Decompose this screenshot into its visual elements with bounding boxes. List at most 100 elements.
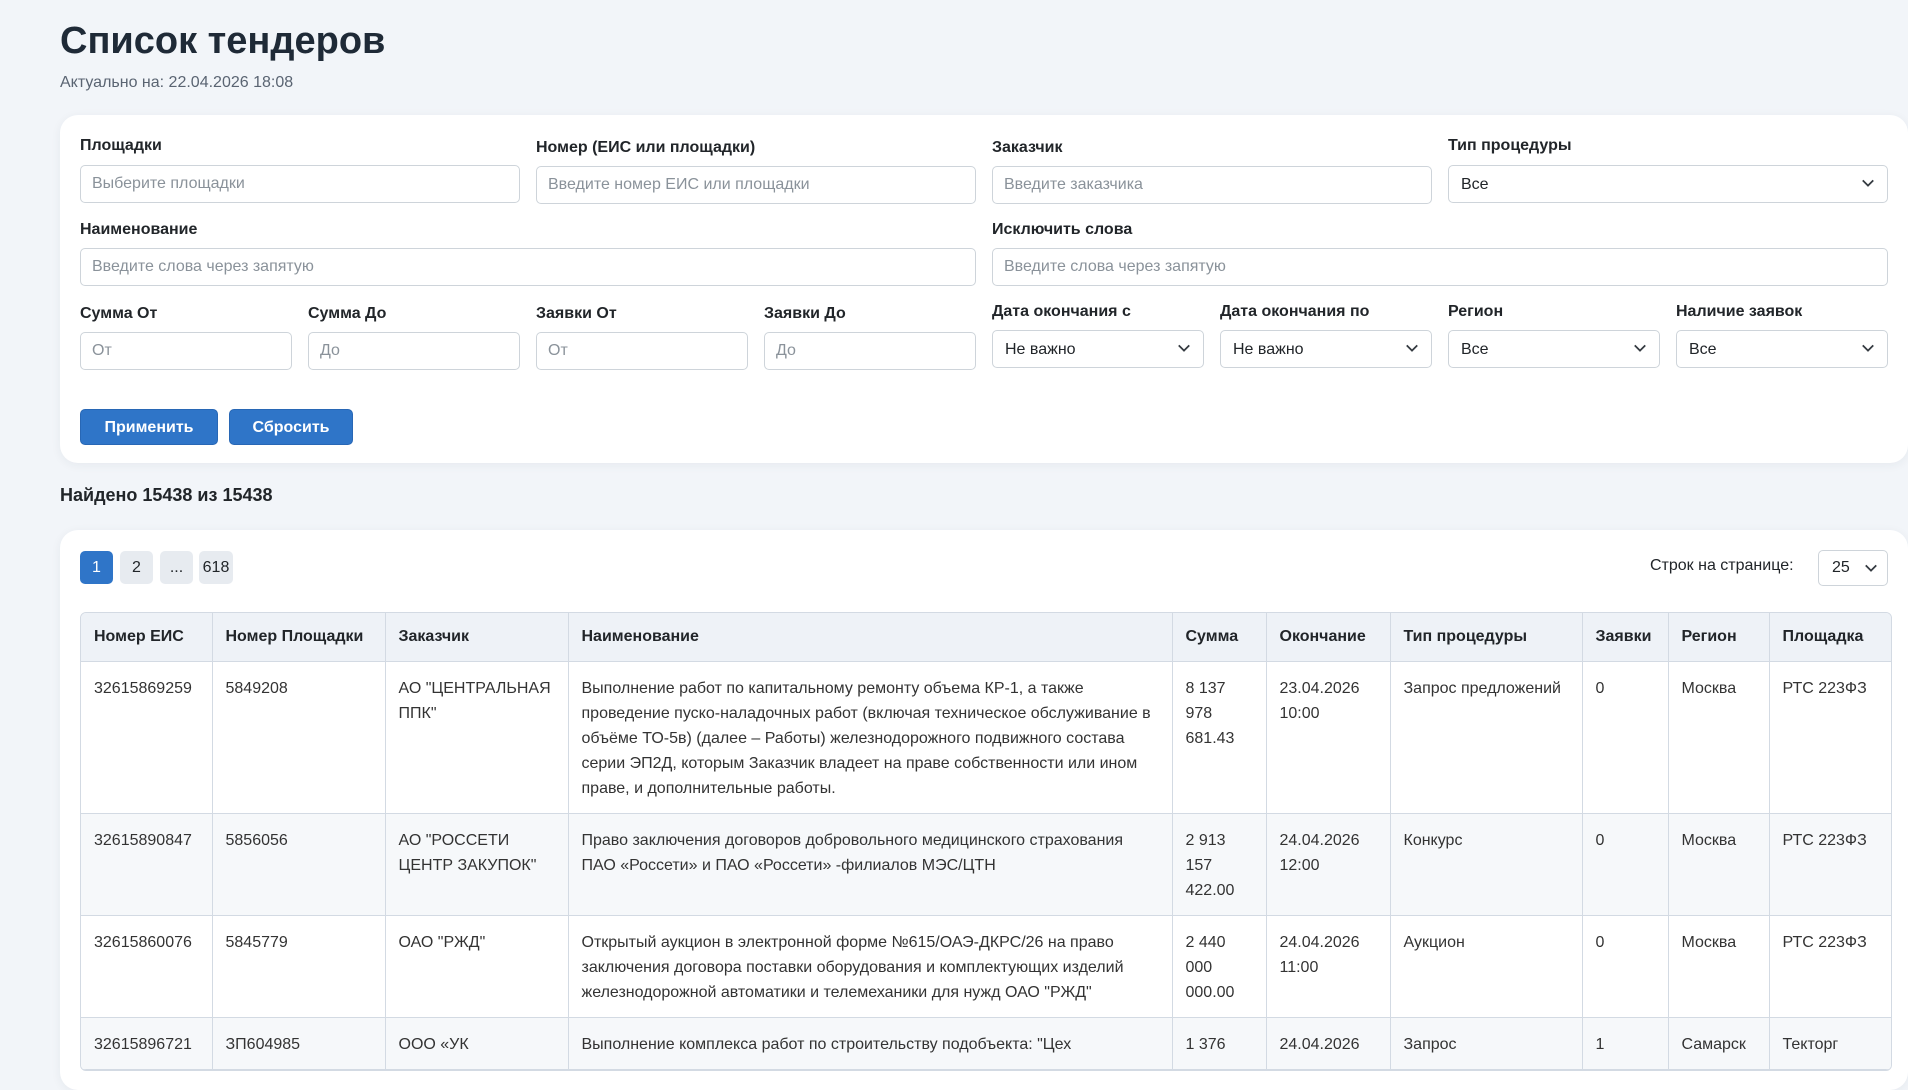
region-label: Регион — [1448, 303, 1504, 320]
cell-applications: 0 — [1582, 661, 1669, 814]
last-updated: Актуально на: 22.04.2026 18:08 — [60, 74, 294, 91]
cell-eis-number: 32615860076 — [81, 915, 213, 1018]
column-header[interactable]: Заказчик — [385, 613, 569, 662]
end-from-select[interactable]: Не важно — [992, 330, 1204, 368]
chevron-down-icon — [1862, 179, 1874, 187]
column-header[interactable]: Тип процедуры — [1390, 613, 1583, 662]
cell-procedure-type: Запрос предложений — [1390, 661, 1583, 814]
column-header[interactable]: Регион — [1668, 613, 1770, 662]
cell-sum: 1 376 — [1172, 1017, 1267, 1070]
cell-sum: 2 440 000 000.00 — [1172, 915, 1267, 1018]
cell-name: Выполнение комплекса работ по строительс… — [568, 1017, 1173, 1070]
cell-platform-number: 5849208 — [212, 661, 386, 814]
name-input[interactable] — [80, 248, 976, 286]
cell-customer: ООО «УК — [385, 1017, 569, 1070]
chevron-down-icon — [1865, 564, 1877, 572]
cell-end-date: 24.04.2026 — [1266, 1017, 1391, 1070]
cell-procedure-type: Аукцион — [1390, 915, 1583, 1018]
end-to-select[interactable]: Не важно — [1220, 330, 1432, 368]
procedure-type-label: Тип процедуры — [1448, 137, 1572, 154]
platforms-label: Площадки — [80, 137, 162, 154]
results-count: Найдено 15438 из 15438 — [60, 485, 273, 505]
page-button-last[interactable]: 618 — [199, 551, 233, 584]
platforms-input[interactable] — [80, 165, 520, 203]
cell-eis-number: 32615896721 — [81, 1017, 213, 1070]
cell-platform-number: ЗП604985 — [212, 1017, 386, 1070]
end-to-label: Дата окончания по — [1220, 303, 1370, 320]
end-to-value: Не важно — [1233, 341, 1304, 358]
table-row[interactable]: 32615869259 5849208 АО "ЦЕНТРАЛЬНАЯ ППК"… — [81, 661, 1891, 814]
chevron-down-icon — [1178, 344, 1190, 352]
sum-to-input[interactable] — [308, 332, 520, 370]
end-from-label: Дата окончания с — [992, 303, 1131, 320]
cell-applications: 0 — [1582, 813, 1669, 916]
cell-customer: АО "ЦЕНТРАЛЬНАЯ ППК" — [385, 661, 569, 814]
has-apps-select[interactable]: Все — [1676, 330, 1888, 368]
cell-platform: Текторг — [1769, 1017, 1891, 1070]
rows-per-page-label: Строк на странице: — [1650, 557, 1794, 574]
table-header-row: Номер ЕИС Номер Площадки Заказчик Наимен… — [81, 613, 1891, 662]
column-header[interactable]: Наименование — [568, 613, 1173, 662]
table-row[interactable]: 32615896721 ЗП604985 ООО «УК Выполнение … — [81, 1017, 1891, 1070]
cell-end-date: 24.04.2026 11:00 — [1266, 915, 1391, 1018]
procedure-type-select[interactable]: Все — [1448, 165, 1888, 203]
number-input[interactable] — [536, 166, 976, 204]
column-header[interactable]: Окончание — [1266, 613, 1391, 662]
apps-to-label: Заявки До — [764, 305, 846, 322]
cell-procedure-type: Конкурс — [1390, 813, 1583, 916]
has-apps-value: Все — [1689, 341, 1717, 358]
page-button-2[interactable]: 2 — [120, 551, 153, 584]
cell-customer: АО "РОССЕТИ ЦЕНТР ЗАКУПОК" — [385, 813, 569, 916]
rows-per-page-value: 25 — [1832, 559, 1850, 576]
filters-panel: Площадки Номер (ЕИС или площадки) Заказч… — [60, 115, 1908, 463]
exclude-label: Исключить слова — [992, 221, 1133, 238]
page-button-1[interactable]: 1 — [80, 551, 113, 584]
cell-end-date: 23.04.2026 10:00 — [1266, 661, 1391, 814]
apps-to-input[interactable] — [764, 332, 976, 370]
cell-region: Москва — [1668, 915, 1770, 1018]
cell-applications: 0 — [1582, 915, 1669, 1018]
reset-button[interactable]: Сбросить — [229, 409, 353, 445]
cell-eis-number: 32615890847 — [81, 813, 213, 916]
rows-per-page-select[interactable]: 25 — [1818, 550, 1888, 586]
sum-from-input[interactable] — [80, 332, 292, 370]
cell-customer: ОАО "РЖД" — [385, 915, 569, 1018]
customer-label: Заказчик — [992, 139, 1063, 156]
apps-from-input[interactable] — [536, 332, 748, 370]
cell-name: Выполнение работ по капитальному ремонту… — [568, 661, 1173, 814]
page-ellipsis: ... — [160, 551, 193, 584]
column-header[interactable]: Номер Площадки — [212, 613, 386, 662]
cell-eis-number: 32615869259 — [81, 661, 213, 814]
column-header[interactable]: Площадка — [1769, 613, 1891, 662]
end-from-value: Не важно — [1005, 341, 1076, 358]
tenders-table: Номер ЕИС Номер Площадки Заказчик Наимен… — [80, 612, 1892, 1071]
chevron-down-icon — [1634, 344, 1646, 352]
cell-applications: 1 — [1582, 1017, 1669, 1070]
exclude-input[interactable] — [992, 248, 1888, 286]
chevron-down-icon — [1862, 344, 1874, 352]
customer-input[interactable] — [992, 166, 1432, 204]
chevron-down-icon — [1406, 344, 1418, 352]
cell-platform: РТС 223ФЗ — [1769, 915, 1891, 1018]
sum-from-label: Сумма От — [80, 305, 158, 322]
cell-end-date: 24.04.2026 12:00 — [1266, 813, 1391, 916]
column-header[interactable]: Заявки — [1582, 613, 1669, 662]
cell-region: Самарск — [1668, 1017, 1770, 1070]
table-row[interactable]: 32615890847 5856056 АО "РОССЕТИ ЦЕНТР ЗА… — [81, 813, 1891, 916]
number-label: Номер (ЕИС или площадки) — [536, 139, 756, 156]
column-header[interactable]: Номер ЕИС — [81, 613, 213, 662]
cell-procedure-type: Запрос — [1390, 1017, 1583, 1070]
apply-button[interactable]: Применить — [80, 409, 218, 445]
region-value: Все — [1461, 341, 1489, 358]
apps-from-label: Заявки От — [536, 305, 617, 322]
region-select[interactable]: Все — [1448, 330, 1660, 368]
table-row[interactable]: 32615860076 5845779 ОАО "РЖД" Открытый а… — [81, 915, 1891, 1018]
cell-name: Открытый аукцион в электронной форме №61… — [568, 915, 1173, 1018]
column-header[interactable]: Сумма — [1172, 613, 1267, 662]
cell-platform: РТС 223ФЗ — [1769, 813, 1891, 916]
cell-region: Москва — [1668, 813, 1770, 916]
sum-to-label: Сумма До — [308, 305, 387, 322]
cell-name: Право заключения договоров добровольного… — [568, 813, 1173, 916]
cell-region: Москва — [1668, 661, 1770, 814]
cell-sum: 8 137 978 681.43 — [1172, 661, 1267, 814]
